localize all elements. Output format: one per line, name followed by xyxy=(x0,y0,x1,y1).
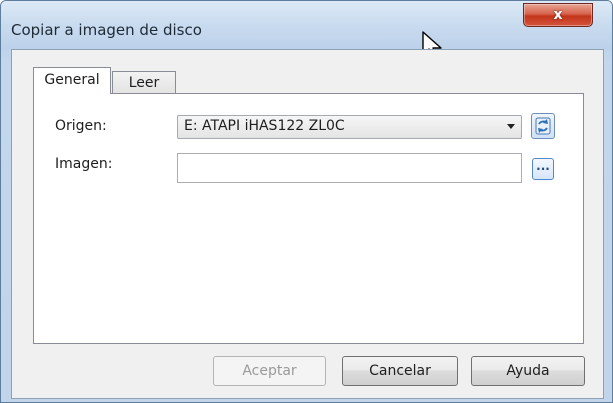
tab-leer[interactable]: Leer xyxy=(112,71,176,94)
chevron-down-icon[interactable] xyxy=(507,124,515,129)
window-title: Copiar a imagen de disco xyxy=(11,21,202,39)
image-path-input[interactable] xyxy=(177,153,522,183)
image-label: Imagen: xyxy=(55,156,113,172)
tab-general[interactable]: General xyxy=(33,67,111,94)
origin-label: Origen: xyxy=(55,118,107,134)
title-bar[interactable]: Copiar a imagen de disco x xyxy=(1,1,612,49)
refresh-icon xyxy=(535,117,551,135)
close-icon: x xyxy=(553,7,563,23)
copy-to-disc-image-dialog: Copiar a imagen de disco x General Leer … xyxy=(0,0,613,403)
origin-select[interactable]: E: ATAPI iHAS122 ZL0C xyxy=(177,115,522,139)
dialog-body: General Leer Origen: E: ATAPI iHAS122 ZL… xyxy=(11,49,604,399)
tab-panel-general: Origen: E: ATAPI iHAS122 ZL0C Imagen: ..… xyxy=(33,93,584,344)
cancel-button[interactable]: Cancelar xyxy=(342,356,458,386)
help-button[interactable]: Ayuda xyxy=(471,356,585,386)
close-button[interactable]: x xyxy=(523,3,593,27)
origin-selected-value: E: ATAPI iHAS122 ZL0C xyxy=(184,118,345,134)
browse-button[interactable]: ... xyxy=(532,158,554,180)
accept-button[interactable]: Aceptar xyxy=(213,356,326,386)
refresh-button[interactable] xyxy=(531,113,555,139)
